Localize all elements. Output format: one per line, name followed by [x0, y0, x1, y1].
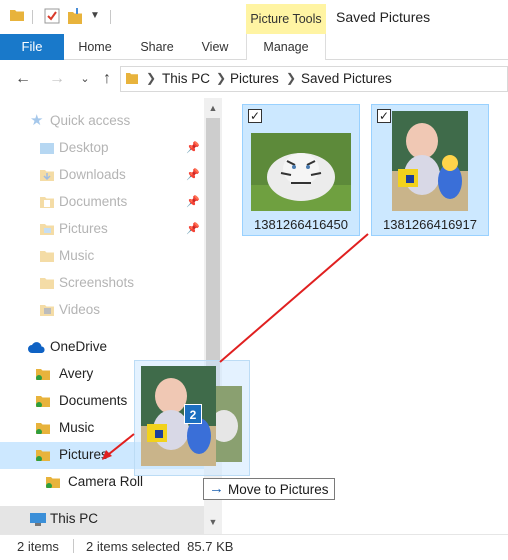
pin-icon[interactable]: 📌 — [186, 195, 200, 208]
tab-view[interactable]: View — [192, 34, 238, 60]
breadcrumb-this-pc[interactable]: This PC — [162, 71, 210, 86]
nav-label: Quick access — [50, 113, 131, 128]
drag-tooltip-text: Move to Pictures — [228, 482, 329, 497]
status-selection: 2 items selected 85.7 KB — [86, 539, 234, 554]
toolbar-separator — [32, 10, 33, 24]
scroll-down-arrow-icon[interactable]: ▼ — [204, 514, 222, 530]
breadcrumb-separator[interactable]: ❯ — [216, 71, 226, 85]
synced-folder-icon — [36, 423, 50, 434]
nav-label: Pictures — [59, 221, 108, 236]
music-folder-icon — [40, 251, 54, 262]
nav-label: Documents — [59, 393, 128, 408]
baby-with-toys-thumbnail — [392, 111, 468, 211]
file-name[interactable]: 1381266416450 — [243, 217, 359, 232]
desktop-folder-icon — [40, 143, 54, 154]
recent-locations-button[interactable]: ⌄ — [74, 68, 96, 90]
screenshots-folder-icon — [40, 278, 54, 289]
nav-label: Documents — [59, 194, 128, 209]
nav-label: Screenshots — [59, 275, 135, 290]
tab-manage[interactable]: Manage — [246, 34, 326, 60]
toolbar-separator — [110, 10, 111, 24]
tab-file[interactable]: File — [0, 34, 64, 60]
documents-folder-icon — [40, 197, 54, 208]
nav-label: Pictures — [59, 447, 108, 462]
nav-item-downloads[interactable]: Downloads 📌 — [0, 162, 204, 189]
folder-icon[interactable] — [10, 9, 24, 21]
drag-preview-second-image — [212, 386, 242, 462]
up-button[interactable]: ↑ — [96, 68, 118, 90]
checkbox-icon[interactable]: ✓ — [248, 109, 262, 123]
tab-home[interactable]: Home — [70, 34, 120, 60]
properties-icon[interactable] — [44, 8, 60, 24]
file-name[interactable]: 1381266416917 — [372, 217, 488, 232]
nav-label: Desktop — [59, 140, 109, 155]
pictures-folder-icon — [40, 224, 54, 235]
breadcrumb-saved-pictures[interactable]: Saved Pictures — [301, 71, 392, 86]
nav-label: Downloads — [59, 167, 126, 182]
videos-folder-icon — [40, 305, 54, 316]
scroll-up-arrow-icon[interactable]: ▲ — [204, 100, 222, 116]
nav-item-pictures[interactable]: Pictures 📌 — [0, 216, 204, 243]
move-arrow-icon: → — [209, 480, 224, 497]
status-item-count: 2 items — [17, 539, 59, 554]
checkbox-icon[interactable]: ✓ — [377, 109, 391, 123]
scrollbar-thumb[interactable] — [206, 118, 220, 396]
computer-icon — [30, 513, 46, 526]
back-button[interactable]: ← — [12, 68, 34, 90]
nav-onedrive[interactable]: OneDrive — [0, 334, 204, 361]
window-title: Saved Pictures — [336, 9, 431, 25]
nav-quick-access[interactable]: ★ Quick access — [0, 108, 204, 135]
synced-folder-icon — [36, 450, 50, 461]
nav-label: Music — [59, 420, 95, 435]
breadcrumb-separator[interactable]: ❯ — [286, 71, 296, 85]
nav-label: This PC — [50, 511, 99, 526]
new-folder-icon[interactable] — [68, 8, 82, 24]
nav-item-music[interactable]: Music — [0, 243, 204, 270]
pin-icon[interactable]: 📌 — [186, 222, 200, 235]
synced-folder-icon — [36, 369, 50, 380]
nav-label: OneDrive — [50, 339, 108, 354]
pin-icon[interactable]: 📌 — [186, 168, 200, 181]
pin-icon[interactable]: 📌 — [186, 141, 200, 154]
white-tiger-thumbnail — [251, 133, 351, 211]
drag-tooltip: → Move to Pictures — [203, 478, 335, 500]
nav-label: Avery — [59, 366, 94, 381]
synced-folder-icon — [36, 396, 50, 407]
folder-icon — [126, 73, 138, 84]
breadcrumb-separator[interactable]: ❯ — [146, 71, 156, 85]
customize-toolbar-icon[interactable]: ▼ — [90, 10, 100, 21]
drag-count-badge: 2 — [184, 404, 202, 424]
breadcrumb-pictures[interactable]: Pictures — [230, 71, 279, 86]
nav-item-videos[interactable]: Videos — [0, 297, 204, 324]
status-separator — [73, 539, 74, 553]
synced-folder-icon — [46, 477, 60, 488]
forward-button[interactable]: → — [46, 68, 68, 90]
nav-this-pc[interactable]: This PC — [0, 506, 204, 534]
nav-label: Music — [59, 248, 95, 263]
nav-label: Camera Roll — [68, 474, 144, 489]
downloads-folder-icon — [40, 170, 54, 181]
nav-item-documents[interactable]: Documents 📌 — [0, 189, 204, 216]
nav-item-screenshots[interactable]: Screenshots — [0, 270, 204, 297]
file-item[interactable]: ✓ 1381266416917 — [371, 104, 489, 236]
tab-share[interactable]: Share — [130, 34, 184, 60]
nav-item-desktop[interactable]: Desktop 📌 — [0, 135, 204, 162]
status-bar — [0, 534, 508, 560]
star-icon: ★ — [30, 112, 44, 129]
red-arrow-line — [219, 233, 369, 363]
file-item[interactable]: ✓ 1381266416450 — [242, 104, 360, 236]
nav-label: Videos — [59, 302, 101, 317]
picture-tools-contextual-tab: Picture Tools — [246, 4, 326, 34]
cloud-icon — [28, 342, 45, 353]
drag-preview-image — [141, 366, 216, 466]
